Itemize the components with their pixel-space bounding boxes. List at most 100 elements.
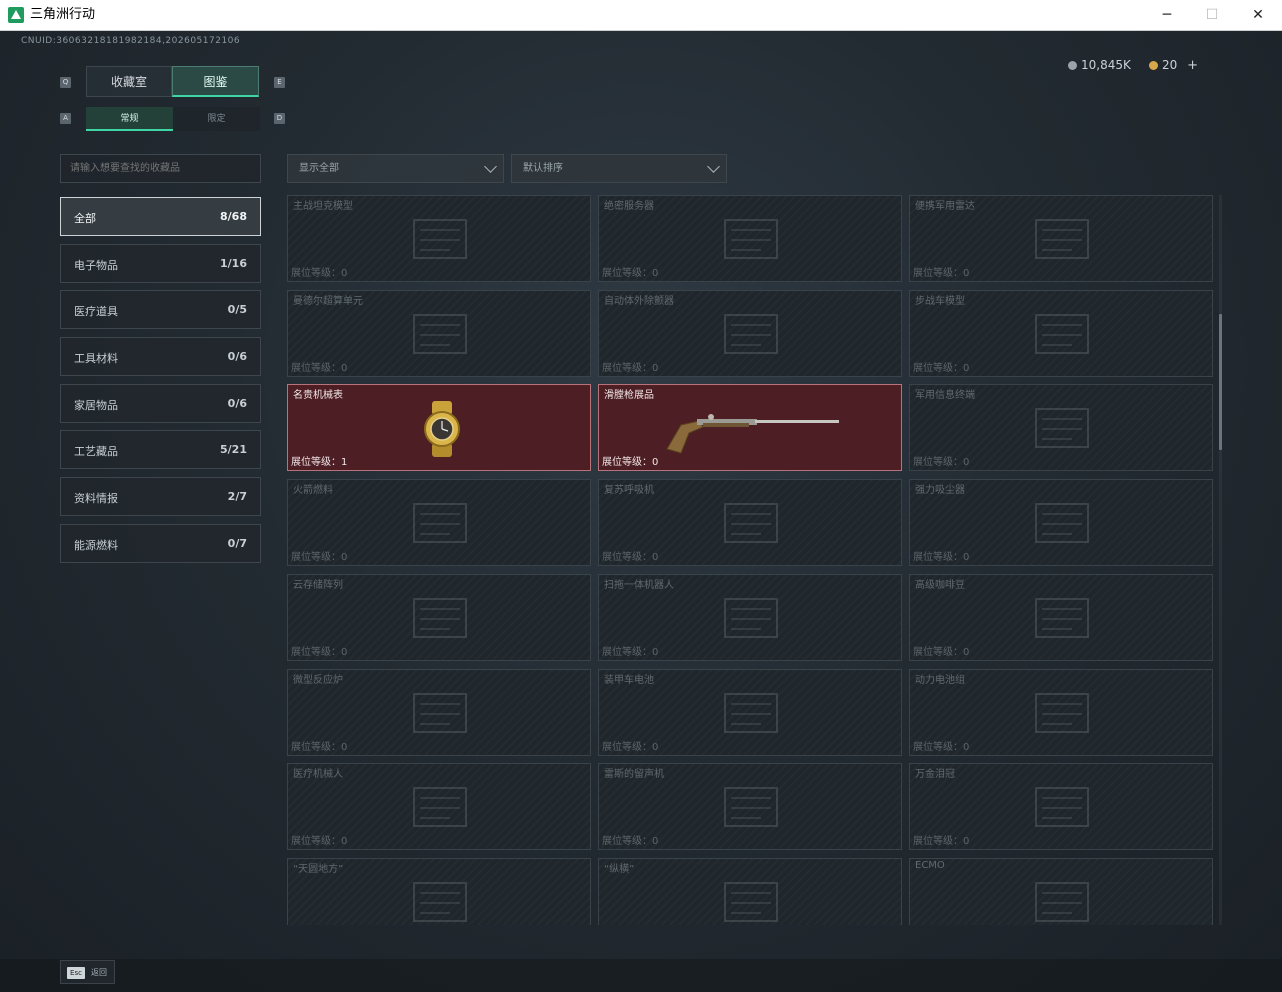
collectible-image — [406, 873, 474, 925]
display-level: 展位等级：0 — [913, 268, 970, 279]
collectible-grid: 主战坦克模型 展位等级：0 绝密服务器 展位等级：0 便携军用雷达 展位等级：0 曼德尔超算… — [287, 195, 1213, 925]
collectible-card[interactable]: 动力电池组 展位等级：0 — [909, 669, 1213, 756]
scroll-track[interactable] — [1219, 195, 1222, 925]
collectible-card[interactable]: 扫拖一体机器人 展位等级：0 — [598, 574, 902, 661]
collectible-card[interactable]: 云存储阵列 展位等级：0 — [287, 574, 591, 661]
title-bar: 三角洲行动 ─ ☐ ✕ — [0, 0, 1282, 31]
esc-key-icon: Esc — [67, 967, 85, 979]
scrollbar-thumb[interactable] — [1219, 314, 1222, 450]
collectible-name: 主战坦克模型 — [293, 201, 353, 212]
category-household[interactable]: 家居物品 0/6 — [60, 384, 261, 423]
collectible-card[interactable]: “天圆地方” — [287, 858, 591, 925]
close-button[interactable]: ✕ — [1235, 0, 1281, 31]
collectible-name: 自动体外除颤器 — [604, 296, 674, 307]
premium-amount: 20 — [1162, 58, 1178, 72]
category-crafts[interactable]: 工艺藏品 5/21 — [60, 430, 261, 469]
minimize-button[interactable]: ─ — [1144, 0, 1190, 31]
category-label: 能源燃料 — [74, 539, 118, 552]
collectible-card[interactable]: 火箭燃料展位等级：0 — [287, 479, 591, 566]
collectible-card[interactable]: 高级咖啡豆 展位等级：0 — [909, 574, 1213, 661]
collectible-card[interactable]: 便携军用雷达 展位等级：0 — [909, 195, 1213, 282]
tab-catalog[interactable]: 图鉴 — [172, 66, 259, 97]
category-count: 0/6 — [227, 397, 247, 410]
collectible-card[interactable]: 装甲车电池 展位等级：0 — [598, 669, 902, 756]
add-currency-button[interactable]: + — [1187, 58, 1198, 73]
category-count: 5/21 — [220, 443, 247, 456]
collectible-name: 复苏呼吸机 — [604, 485, 654, 496]
maximize-button[interactable]: ☐ — [1189, 0, 1235, 31]
category-tools[interactable]: 工具材料 0/6 — [60, 337, 261, 376]
category-label: 工具材料 — [74, 352, 118, 365]
collectible-image — [717, 305, 785, 363]
collectible-name: 高级咖啡豆 — [915, 580, 965, 591]
display-level: 展位等级：0 — [291, 552, 348, 563]
currency-premium: 20 + — [1149, 58, 1198, 73]
collectible-image — [416, 399, 484, 457]
collectible-card[interactable]: 强力吸尘器 展位等级：0 — [909, 479, 1213, 566]
category-intel[interactable]: 资料情报 2/7 — [60, 477, 261, 516]
category-label: 医疗道具 — [74, 305, 118, 318]
collectible-card[interactable]: 曼德尔超算单元 展位等级：0 — [287, 290, 591, 377]
collectible-name: 火箭燃料 — [293, 485, 333, 496]
display-level: 展位等级：0 — [291, 268, 348, 279]
category-count: 0/7 — [227, 537, 247, 550]
collectible-card[interactable]: 自动体外除颤器 展位等级：0 — [598, 290, 902, 377]
bottom-bar — [0, 959, 1282, 992]
collectible-card[interactable]: 主战坦克模型 展位等级：0 — [287, 195, 591, 282]
display-level: 展位等级：0 — [291, 742, 348, 753]
collectible-card[interactable]: 步战车模型 展位等级：0 — [909, 290, 1213, 377]
collectible-image — [406, 684, 474, 742]
collectible-card[interactable]: 复苏呼吸机 展位等级：0 — [598, 479, 902, 566]
search-input[interactable] — [60, 154, 261, 183]
collectible-card[interactable]: 雷斯的留声机 展位等级：0 — [598, 763, 902, 850]
collectible-image — [1028, 778, 1096, 836]
category-energy[interactable]: 能源燃料 0/7 — [60, 524, 261, 563]
category-medical[interactable]: 医疗道具 0/5 — [60, 290, 261, 329]
subtab-next-key-hint: D — [274, 113, 285, 124]
collectible-image — [717, 778, 785, 836]
collectible-name: 便携军用雷达 — [915, 201, 975, 212]
collectible-image — [406, 778, 474, 836]
collectible-image — [406, 210, 474, 268]
display-filter-dropdown[interactable]: 显示全部 — [287, 154, 504, 183]
subtab-limited[interactable]: 限定 — [173, 107, 260, 131]
collectible-card[interactable]: 名贵机械表 展位等级：1 — [287, 384, 591, 471]
collectible-card[interactable]: 万金泪冠展位等级：0 — [909, 763, 1213, 850]
chevron-down-icon — [707, 160, 720, 173]
collectible-card[interactable]: 绝密服务器 展位等级：0 — [598, 195, 902, 282]
category-all[interactable]: 全部 8/68 — [60, 197, 261, 236]
sort-dropdown[interactable]: 默认排序 — [511, 154, 727, 183]
sort-value: 默认排序 — [523, 163, 563, 174]
collectible-image — [1028, 494, 1096, 552]
game-viewport: CNUID:36063218181982184,202605172106 10,… — [0, 31, 1282, 992]
category-electronics[interactable]: 电子物品 1/16 — [60, 244, 261, 283]
collectible-name: 名贵机械表 — [293, 390, 343, 401]
app-window: 三角洲行动 ─ ☐ ✕ CNUID:36063218181982184,2026… — [0, 0, 1282, 992]
collectible-card[interactable]: 军用信息终端 展位等级：0 — [909, 384, 1213, 471]
collectible-name: 军用信息终端 — [915, 390, 975, 401]
display-level: 展位等级：0 — [913, 836, 970, 847]
collectible-card[interactable]: 微型反应炉 展位等级：0 — [287, 669, 591, 756]
collectible-image — [659, 399, 849, 457]
display-level: 展位等级：0 — [913, 457, 970, 468]
collectible-card[interactable]: 医疗机械人 展位等级：0 — [287, 763, 591, 850]
display-filter-value: 显示全部 — [299, 163, 339, 174]
back-button[interactable]: Esc 返回 — [60, 960, 115, 984]
collectible-name: 万金泪冠 — [915, 769, 955, 780]
display-level: 展位等级：0 — [602, 363, 659, 374]
collectible-name: 强力吸尘器 — [915, 485, 965, 496]
collectible-card[interactable]: 滑膛枪展品 展位等级：0 — [598, 384, 902, 471]
silver-coin-icon — [1068, 61, 1077, 70]
tab-collection-room[interactable]: 收藏室 — [86, 66, 172, 97]
collectible-name: 云存储阵列 — [293, 580, 343, 591]
collectible-name: 滑膛枪展品 — [604, 390, 654, 401]
back-label: 返回 — [91, 968, 107, 977]
collectible-card[interactable]: ECMO — [909, 858, 1213, 925]
category-count: 0/6 — [227, 350, 247, 363]
tab-prev-key-hint: Q — [60, 77, 71, 88]
subtab-regular[interactable]: 常规 — [86, 107, 173, 131]
collectible-name: “天圆地方” — [293, 864, 344, 875]
collectible-image — [1028, 873, 1096, 925]
collectible-card[interactable]: “纵横” — [598, 858, 902, 925]
category-label: 资料情报 — [74, 492, 118, 505]
